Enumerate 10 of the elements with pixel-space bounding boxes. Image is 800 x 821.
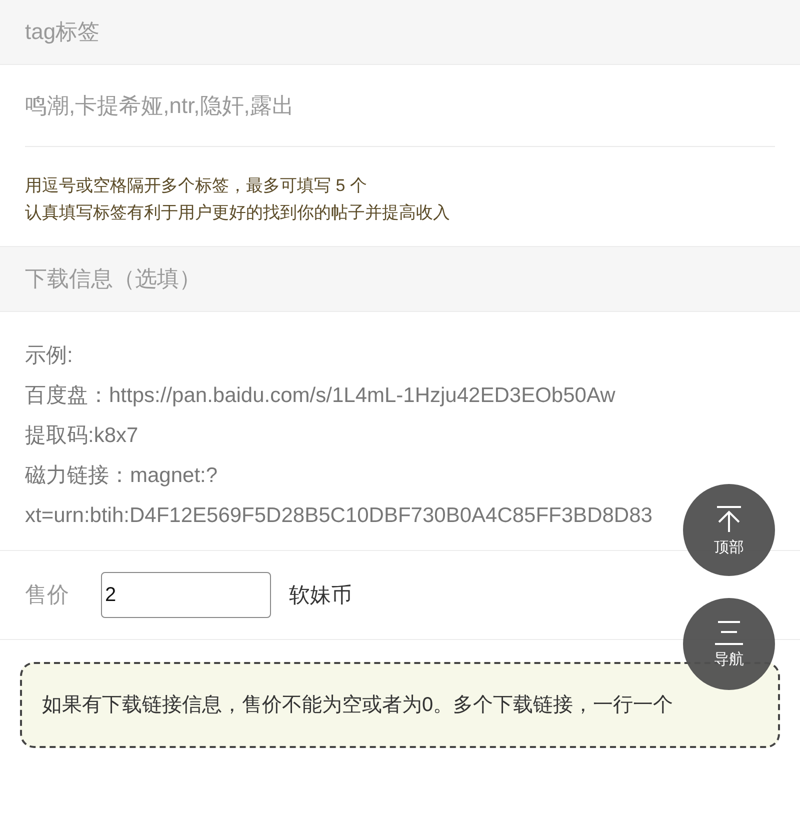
back-to-top-button[interactable]: 顶部	[683, 484, 775, 576]
up-arrow-icon	[714, 504, 744, 534]
currency-unit: 软妹币	[289, 583, 352, 609]
menu-icon	[714, 620, 744, 646]
price-input-field[interactable]: 2	[101, 572, 271, 618]
section-title: tag标签	[25, 18, 100, 46]
hint-text: 认真填写标签有利于用户更好的找到你的帖子并提高收入	[25, 202, 451, 224]
hint-text: 用逗号或空格隔开多个标签，最多可填写 5 个	[25, 175, 368, 197]
section-title: 下载信息（选填）	[25, 265, 201, 293]
price-label: 售价	[25, 581, 70, 609]
